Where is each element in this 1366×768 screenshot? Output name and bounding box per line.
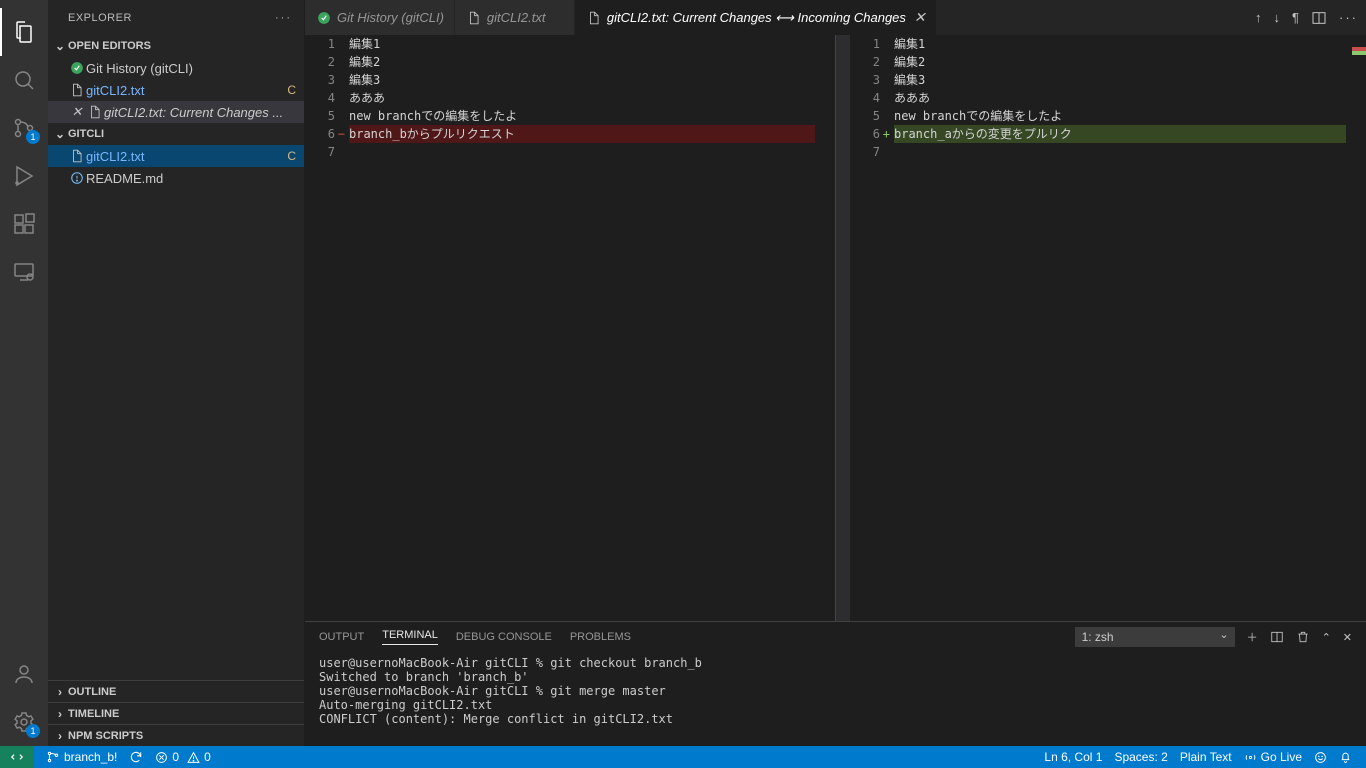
file-icon xyxy=(68,83,86,97)
split-editor-icon[interactable] xyxy=(1311,10,1327,26)
scm-icon[interactable]: 1 xyxy=(0,104,48,152)
open-editor-item[interactable]: ✕ gitCLI2.txt: Current Changes ... xyxy=(48,101,304,123)
git-history-icon xyxy=(68,61,86,75)
terminal-select[interactable]: 1: zsh xyxy=(1075,627,1235,647)
editor-area: Git History (gitCLI) gitCLI2.txt gitCLI2… xyxy=(305,0,1366,746)
chevron-right-icon: › xyxy=(52,707,68,721)
code-content[interactable]: 編集1編集2編集3あああnew branchでの編集をしたよbranch_bから… xyxy=(349,35,815,621)
next-change-icon[interactable]: ↓ xyxy=(1274,10,1281,25)
run-icon[interactable] xyxy=(0,152,48,200)
diff-right-pane[interactable]: 1234567 編集1編集2編集3あああnew branchでの編集をしたよbr… xyxy=(835,35,1366,621)
activity-bar: 1 1 xyxy=(0,0,48,746)
search-icon[interactable] xyxy=(0,56,48,104)
diff-editor: 1234567 編集1編集2編集3あああnew branchでの編集をしたよbr… xyxy=(305,35,1366,621)
timeline-header[interactable]: ›TIMELINE xyxy=(48,702,304,724)
tab-file[interactable]: gitCLI2.txt xyxy=(455,0,575,35)
line-gutter: 1234567 xyxy=(305,35,349,621)
settings-badge: 1 xyxy=(26,724,40,738)
chevron-right-icon: › xyxy=(52,685,68,699)
sidebar-more-icon[interactable]: ··· xyxy=(275,12,292,24)
kill-terminal-icon[interactable] xyxy=(1296,630,1310,644)
file-icon xyxy=(86,105,104,119)
panel-tab-debug[interactable]: DEBUG CONSOLE xyxy=(456,631,552,643)
npm-scripts-header[interactable]: ›NPM SCRIPTS xyxy=(48,724,304,746)
tab-diff[interactable]: gitCLI2.txt: Current Changes ⟷ Incoming … xyxy=(575,0,937,35)
line-gutter: 1234567 xyxy=(850,35,894,621)
panel-tab-output[interactable]: OUTPUT xyxy=(319,631,364,643)
tab-bar: Git History (gitCLI) gitCLI2.txt gitCLI2… xyxy=(305,0,1366,35)
sync-indicator[interactable] xyxy=(123,746,149,768)
feedback-icon[interactable] xyxy=(1308,746,1333,768)
code-content[interactable]: 編集1編集2編集3あああnew branchでの編集をしたよbranch_aから… xyxy=(894,35,1346,621)
close-icon[interactable]: ✕ xyxy=(914,9,926,26)
file-icon xyxy=(465,11,483,25)
explorer-icon[interactable] xyxy=(0,8,48,56)
open-editor-item[interactable]: gitCLI2.txt C xyxy=(48,79,304,101)
sidebar-title: EXPLORER xyxy=(68,12,132,24)
diff-left-pane[interactable]: 1234567 編集1編集2編集3あああnew branchでの編集をしたよbr… xyxy=(305,35,835,621)
file-item[interactable]: gitCLI2.txt C xyxy=(48,145,304,167)
prev-change-icon[interactable]: ↑ xyxy=(1255,10,1262,25)
more-icon[interactable]: ··· xyxy=(1339,10,1358,25)
chevron-down-icon: ⌄ xyxy=(52,39,68,53)
close-panel-icon[interactable]: ✕ xyxy=(1343,631,1352,644)
panel-tabs: OUTPUT TERMINAL DEBUG CONSOLE PROBLEMS 1… xyxy=(305,622,1366,652)
sash[interactable] xyxy=(836,35,850,621)
errors-indicator[interactable]: 0 0 xyxy=(149,746,216,768)
repo-header[interactable]: ⌄ GITCLI xyxy=(48,123,304,145)
panel-tab-terminal[interactable]: TERMINAL xyxy=(382,629,438,645)
indentation[interactable]: Spaces: 2 xyxy=(1108,746,1173,768)
open-editor-item[interactable]: Git History (gitCLI) xyxy=(48,57,304,79)
whitespace-icon[interactable]: ¶ xyxy=(1292,10,1299,25)
close-icon[interactable]: ✕ xyxy=(68,104,86,120)
panel: OUTPUT TERMINAL DEBUG CONSOLE PROBLEMS 1… xyxy=(305,621,1366,746)
sidebar: EXPLORER ··· ⌄ OPEN EDITORS Git History … xyxy=(48,0,305,746)
chevron-down-icon: ⌄ xyxy=(52,127,68,141)
terminal-body[interactable]: user@usernoMacBook-Air gitCLI % git chec… xyxy=(305,652,1366,746)
chevron-right-icon: › xyxy=(52,729,68,743)
cursor-position[interactable]: Ln 6, Col 1 xyxy=(1038,746,1108,768)
language-mode[interactable]: Plain Text xyxy=(1174,746,1238,768)
git-status-letter: C xyxy=(287,83,296,97)
scm-badge: 1 xyxy=(26,130,40,144)
account-icon[interactable] xyxy=(0,650,48,698)
file-item[interactable]: README.md xyxy=(48,167,304,189)
file-icon xyxy=(68,149,86,163)
tab-git-history[interactable]: Git History (gitCLI) xyxy=(305,0,455,35)
branch-indicator[interactable]: branch_b! xyxy=(40,746,123,768)
remote-explorer-icon[interactable] xyxy=(0,248,48,296)
go-live[interactable]: Go Live xyxy=(1238,746,1308,768)
minimap[interactable] xyxy=(815,35,835,621)
remote-indicator[interactable] xyxy=(0,746,34,768)
notifications-icon[interactable] xyxy=(1333,746,1358,768)
git-history-icon xyxy=(315,11,333,25)
new-terminal-icon[interactable]: ＋ xyxy=(1247,629,1258,645)
minimap[interactable] xyxy=(1346,35,1366,621)
panel-tab-problems[interactable]: PROBLEMS xyxy=(570,631,631,643)
split-terminal-icon[interactable] xyxy=(1270,630,1284,644)
status-bar: branch_b! 0 0 Ln 6, Col 1 Spaces: 2 Plai… xyxy=(0,746,1366,768)
maximize-panel-icon[interactable]: ⌃ xyxy=(1322,631,1331,644)
settings-gear-icon[interactable]: 1 xyxy=(0,698,48,746)
file-icon xyxy=(585,11,603,25)
readme-icon xyxy=(68,171,86,185)
extensions-icon[interactable] xyxy=(0,200,48,248)
git-status-letter: C xyxy=(287,149,296,163)
open-editors-header[interactable]: ⌄ OPEN EDITORS xyxy=(48,35,304,57)
outline-header[interactable]: ›OUTLINE xyxy=(48,680,304,702)
